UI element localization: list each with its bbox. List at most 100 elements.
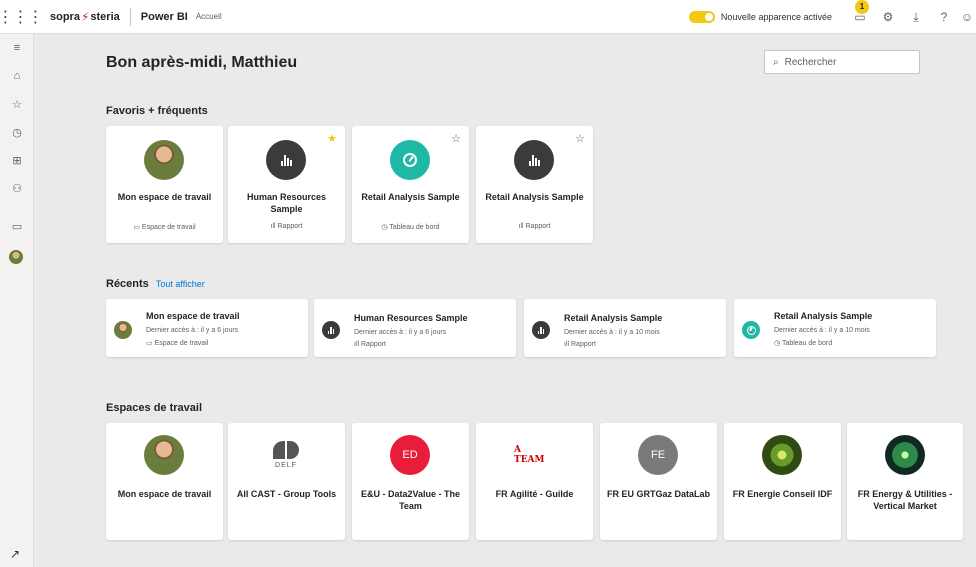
recent-type: ıll Rapport xyxy=(354,341,386,348)
home-icon[interactable]: ⌂ xyxy=(0,70,34,82)
home-page: Bon après-midi, Matthieu ⌕ Favoris + fré… xyxy=(34,34,976,567)
favorite-name: Retail Analysis Sample xyxy=(485,192,584,202)
help-icon[interactable]: ? xyxy=(930,10,958,24)
settings-gear-icon[interactable]: ⚙ xyxy=(874,10,902,24)
workspace-initials-badge: FE xyxy=(638,435,678,475)
star-filled-icon[interactable]: ★ xyxy=(327,132,337,145)
new-look-toggle[interactable] xyxy=(688,11,715,23)
workspace-card[interactable]: FR Energy & Utilities - Vertical Market xyxy=(847,423,963,540)
logo-mark-icon: ⚡ xyxy=(80,9,90,24)
recents-title-text: Récents xyxy=(106,278,149,290)
favorite-name: Human Resources Sample xyxy=(246,192,327,214)
notification-badge: 1 xyxy=(855,0,869,14)
favorite-name: Retail Analysis Sample xyxy=(361,192,460,202)
recent-card[interactable]: Mon espace de travail Dernier accès à : … xyxy=(106,299,308,357)
hamburger-menu-icon[interactable]: ≡ xyxy=(0,42,34,54)
recent-card[interactable]: Retail Analysis Sample Dernier accès à :… xyxy=(524,299,726,357)
workspace-name: E&U - Data2Value - The Team xyxy=(360,489,461,511)
search-input[interactable] xyxy=(784,56,905,68)
apps-icon[interactable]: ⊞ xyxy=(0,154,34,167)
workspace-avatar xyxy=(144,435,184,475)
recents-title: Récents Tout afficher xyxy=(106,278,205,290)
logo-suffix: steria xyxy=(90,10,120,23)
a-team-logo-text: A TEAM xyxy=(514,445,545,465)
favorites-title: Favoris + fréquents xyxy=(106,105,208,117)
product-name[interactable]: Power BI xyxy=(141,11,188,23)
workspace-card[interactable]: FR Energie Conseil IDF xyxy=(724,423,841,540)
favorite-card[interactable]: Mon espace de travail ▭ Espace de travai… xyxy=(106,126,223,243)
favorite-card[interactable]: ☆ Retail Analysis Sample ıll Rapport xyxy=(476,126,593,243)
expand-arrow-icon[interactable]: ↗ xyxy=(10,547,20,561)
recent-meta: Dernier accès à : il y a 10 mois xyxy=(774,327,870,334)
recent-type: ▭ Espace de travail xyxy=(146,340,209,347)
recent-name: Mon espace de travail xyxy=(146,311,240,321)
top-bar: ⋮⋮⋮ sopra ⚡ steria Power BI Accueil Nouv… xyxy=(0,0,976,34)
recent-clock-icon[interactable]: ◷ xyxy=(0,126,34,139)
workspace-initials-badge: ED xyxy=(390,435,430,475)
workspace-name: FR Energy & Utilities - Vertical Market xyxy=(857,489,953,511)
workspace-card[interactable]: DELF All CAST - Group Tools xyxy=(228,423,345,540)
workspace-avatar xyxy=(144,140,184,180)
workspace-card[interactable]: Mon espace de travail xyxy=(106,423,223,540)
recent-type: ıll Rapport xyxy=(564,341,596,348)
workspace-card[interactable]: ED E&U - Data2Value - The Team xyxy=(352,423,469,540)
breadcrumb: Accueil xyxy=(195,12,222,21)
workspaces-title: Espaces de travail xyxy=(106,402,203,414)
report-icon xyxy=(322,321,340,339)
dashboard-icon xyxy=(390,140,430,180)
workspace-name: FR Agilité - Guilde xyxy=(495,489,574,499)
my-workspace-avatar[interactable] xyxy=(9,250,23,264)
favorite-type: ıll Rapport xyxy=(270,223,303,230)
favorites-star-icon[interactable]: ☆ xyxy=(0,98,34,111)
report-icon xyxy=(532,321,550,339)
recent-name: Human Resources Sample xyxy=(354,313,468,323)
star-outline-icon[interactable]: ☆ xyxy=(575,132,585,145)
recent-name: Retail Analysis Sample xyxy=(774,311,873,321)
energy-globe-image-icon xyxy=(885,435,925,475)
workspace-card[interactable]: A TEAM FR Agilité - Guilde xyxy=(476,423,593,540)
delf-logo-icon: DELF xyxy=(266,435,306,475)
report-icon xyxy=(266,140,306,180)
greeting-heading: Bon après-midi, Matthieu xyxy=(106,54,298,71)
workspaces-icon[interactable]: ▭ xyxy=(0,220,34,233)
favorite-type: ◷ Tableau de bord xyxy=(381,224,440,231)
see-all-link[interactable]: Tout afficher xyxy=(156,279,205,289)
workspace-name: Mon espace de travail xyxy=(117,489,212,499)
app-launcher-icon[interactable]: ⋮⋮⋮ xyxy=(0,0,44,34)
workspace-name: All CAST - Group Tools xyxy=(236,489,337,499)
favorite-name: Mon espace de travail xyxy=(117,192,212,202)
recent-card[interactable]: Human Resources Sample Dernier accès à :… xyxy=(314,299,516,357)
recent-type: ◷ Tableau de bord xyxy=(774,340,833,347)
recent-meta: Dernier accès à : il y a 10 mois xyxy=(564,329,660,336)
workspace-card[interactable]: FE FR EU GRTGaz DataLab xyxy=(600,423,717,540)
top-bar-actions: Nouvelle apparence activée ▭ 1 ⚙ ⤓ ? ☺ xyxy=(688,0,976,34)
logo-prefix: sopra xyxy=(50,10,80,23)
workspace-name: FR Energie Conseil IDF xyxy=(732,489,833,499)
download-icon[interactable]: ⤓ xyxy=(902,10,930,25)
a-team-logo-icon: A TEAM xyxy=(514,435,554,475)
dashboard-icon xyxy=(742,321,760,339)
workspace-avatar xyxy=(114,321,132,339)
recent-meta: Dernier accès à : il y a 6 jours xyxy=(354,329,447,336)
recent-card[interactable]: Retail Analysis Sample Dernier accès à :… xyxy=(734,299,936,357)
workspace-name: FR EU GRTGaz DataLab xyxy=(606,489,710,499)
favorite-card[interactable]: ★ Human Resources Sample ıll Rapport xyxy=(228,126,345,243)
favorite-card[interactable]: ☆ Retail Analysis Sample ◷ Tableau de bo… xyxy=(352,126,469,243)
recent-meta: Dernier accès à : il y a 6 jours xyxy=(146,327,239,334)
report-icon xyxy=(514,140,554,180)
feedback-smiley-icon[interactable]: ☺ xyxy=(958,10,976,24)
favorite-type: ıll Rapport xyxy=(518,223,551,230)
favorite-type: ▭ Espace de travail xyxy=(133,224,196,231)
notifications-icon[interactable]: ▭ 1 xyxy=(846,0,874,24)
brand-divider xyxy=(129,7,131,26)
search-box[interactable]: ⌕ xyxy=(764,50,920,74)
energy-leaf-image-icon xyxy=(762,435,802,475)
delf-logo-text: DELF xyxy=(275,462,297,469)
company-logo[interactable]: sopra ⚡ steria xyxy=(50,10,120,24)
star-outline-icon[interactable]: ☆ xyxy=(451,132,461,145)
nav-rail: ≡ ⌂ ☆ ◷ ⊞ ⚇ ▭ ↗ xyxy=(0,34,34,567)
shared-with-me-icon[interactable]: ⚇ xyxy=(0,182,34,195)
new-look-label: Nouvelle apparence activée xyxy=(720,12,832,22)
search-icon: ⌕ xyxy=(773,56,779,68)
recent-name: Retail Analysis Sample xyxy=(564,313,663,323)
